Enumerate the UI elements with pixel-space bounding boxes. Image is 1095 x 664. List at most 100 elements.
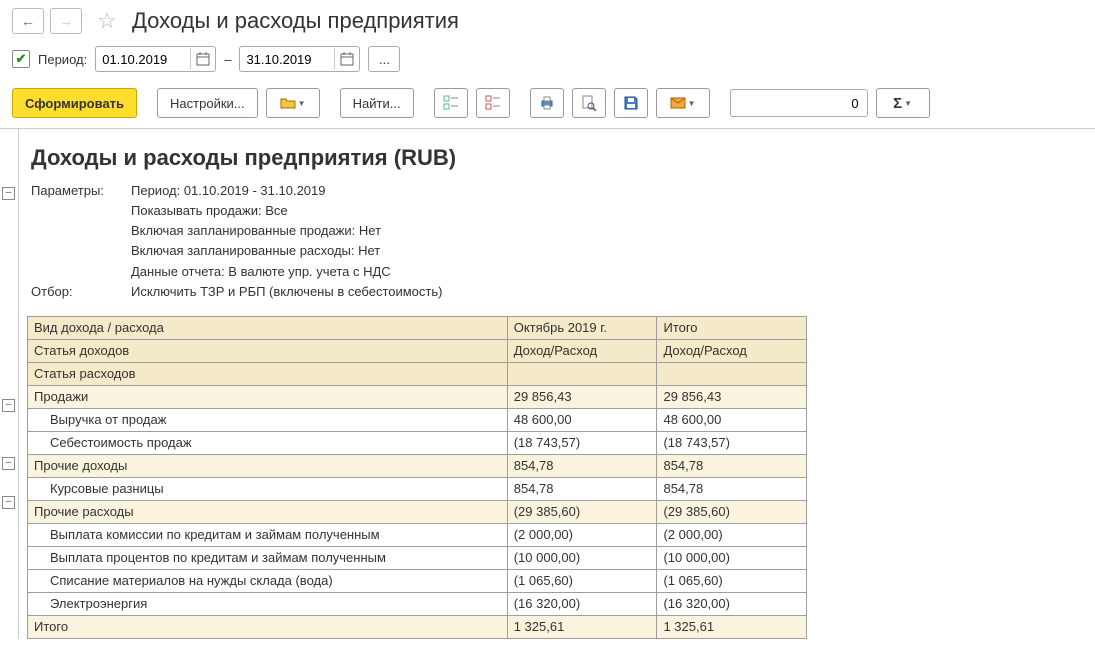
printer-icon [539,95,555,111]
collapse-toggle[interactable]: – [2,457,15,470]
row-value-total: (18 743,57) [657,431,807,454]
row-name: Курсовые разницы [28,477,508,500]
favorite-icon[interactable]: ☆ [94,8,120,34]
send-button[interactable]: ▼ [656,88,710,118]
row-value-total: (29 385,60) [657,500,807,523]
table-row[interactable]: Выплата комиссии по кредитам и займам по… [28,523,807,546]
row-value-total: 29 856,43 [657,385,807,408]
period-checkbox[interactable]: ✔ [12,50,30,68]
calendar-icon[interactable] [334,48,359,70]
col-sub: Доход/Расход [507,339,657,362]
row-value-period: (2 000,00) [507,523,657,546]
params-line: Включая запланированные расходы: Нет [131,241,380,261]
row-value-period: (16 320,00) [507,592,657,615]
table-row[interactable]: Электроэнергия(16 320,00)(16 320,00) [28,592,807,615]
row-value-total: (16 320,00) [657,592,807,615]
row-name: Продажи [28,385,508,408]
row-name: Прочие доходы [28,454,508,477]
expand-icon [443,95,459,111]
params-line: Период: 01.10.2019 - 31.10.2019 [131,181,326,201]
row-name: Выплата комиссии по кредитам и займам по… [28,523,508,546]
table-header-row: Статья расходов [28,362,807,385]
report-params: Параметры: Период: 01.10.2019 - 31.10.20… [19,181,1095,316]
collapse-button[interactable] [476,88,510,118]
col-sub: Доход/Расход [657,339,807,362]
row-value-period: (18 743,57) [507,431,657,454]
collapse-toggle[interactable]: – [2,399,15,412]
save-button[interactable] [614,88,648,118]
folder-icon [280,95,296,111]
table-row[interactable]: Прочие расходы(29 385,60)(29 385,60) [28,500,807,523]
date-to-group [239,46,360,72]
row-value-period: (29 385,60) [507,500,657,523]
collapse-icon [485,95,501,111]
report-table: Вид дохода / расхода Октябрь 2019 г. Ито… [27,316,807,639]
cell-value-input[interactable] [730,89,868,117]
find-button[interactable]: Найти... [340,88,414,118]
row-name: Выручка от продаж [28,408,508,431]
calendar-icon[interactable] [190,48,215,70]
preview-button[interactable] [572,88,606,118]
collapse-toggle[interactable]: – [2,496,15,509]
period-more-button[interactable]: ... [368,46,400,72]
table-row[interactable]: Курсовые разницы854,78854,78 [28,477,807,500]
report-body: Доходы и расходы предприятия (RUB) Парам… [19,129,1095,639]
variant-button[interactable]: ▼ [266,88,320,118]
top-bar: ← → ☆ Доходы и расходы предприятия [0,0,1095,42]
row-value-period: 1 325,61 [507,615,657,638]
table-row[interactable]: Выручка от продаж48 600,0048 600,00 [28,408,807,431]
table-row[interactable]: Прочие доходы854,78854,78 [28,454,807,477]
toolbar: Сформировать Настройки... ▼ Найти... ▼ Σ… [0,82,1095,129]
row-value-period: 29 856,43 [507,385,657,408]
report-title: Доходы и расходы предприятия (RUB) [19,129,1095,181]
row-name: Итого [28,615,508,638]
row-name: Списание материалов на нужды склада (вод… [28,569,508,592]
back-button[interactable]: ← [12,8,44,34]
report-area: – – – – Доходы и расходы предприятия (RU… [0,129,1095,639]
date-from-input[interactable] [96,48,190,70]
params-line: Данные отчета: В валюте упр. учета с НДС [131,262,391,282]
chevron-down-icon: ▼ [298,99,306,108]
expand-button[interactable] [434,88,468,118]
row-value-period: 854,78 [507,454,657,477]
magnifier-icon [581,95,597,111]
row-value-period: (1 065,60) [507,569,657,592]
chevron-down-icon: ▼ [904,99,912,108]
col-total: Итого [657,316,807,339]
settings-button[interactable]: Настройки... [157,88,258,118]
period-label: Период: [38,52,87,67]
col-income-article: Статья доходов [28,339,508,362]
sum-button[interactable]: Σ ▼ [876,88,930,118]
row-value-period: 48 600,00 [507,408,657,431]
diskette-icon [623,95,639,111]
row-name: Выплата процентов по кредитам и займам п… [28,546,508,569]
filter-label: Отбор: [31,282,131,302]
period-row: ✔ Период: – ... [0,42,1095,82]
table-row[interactable]: Выплата процентов по кредитам и займам п… [28,546,807,569]
page-title: Доходы и расходы предприятия [132,8,459,34]
table-row[interactable]: Списание материалов на нужды склада (вод… [28,569,807,592]
sigma-icon: Σ [893,95,902,112]
table-header-row: Статья доходов Доход/Расход Доход/Расход [28,339,807,362]
row-name: Прочие расходы [28,500,508,523]
row-value-total: 854,78 [657,454,807,477]
table-row[interactable]: Итого1 325,611 325,61 [28,615,807,638]
table-row[interactable]: Продажи29 856,4329 856,43 [28,385,807,408]
row-value-total: (10 000,00) [657,546,807,569]
table-row[interactable]: Себестоимость продаж(18 743,57)(18 743,5… [28,431,807,454]
table-header-row: Вид дохода / расхода Октябрь 2019 г. Ито… [28,316,807,339]
params-line: Включая запланированные продажи: Нет [131,221,381,241]
params-label: Параметры: [31,181,131,201]
chevron-down-icon: ▼ [688,99,696,108]
collapse-toggle[interactable]: – [2,187,15,200]
forward-button[interactable]: → [50,8,82,34]
date-to-input[interactable] [240,48,334,70]
generate-button[interactable]: Сформировать [12,88,137,118]
row-value-total: 1 325,61 [657,615,807,638]
row-value-total: (1 065,60) [657,569,807,592]
params-line: Показывать продажи: Все [131,201,288,221]
print-button[interactable] [530,88,564,118]
col-kind: Вид дохода / расхода [28,316,508,339]
row-name: Электроэнергия [28,592,508,615]
date-from-group [95,46,216,72]
